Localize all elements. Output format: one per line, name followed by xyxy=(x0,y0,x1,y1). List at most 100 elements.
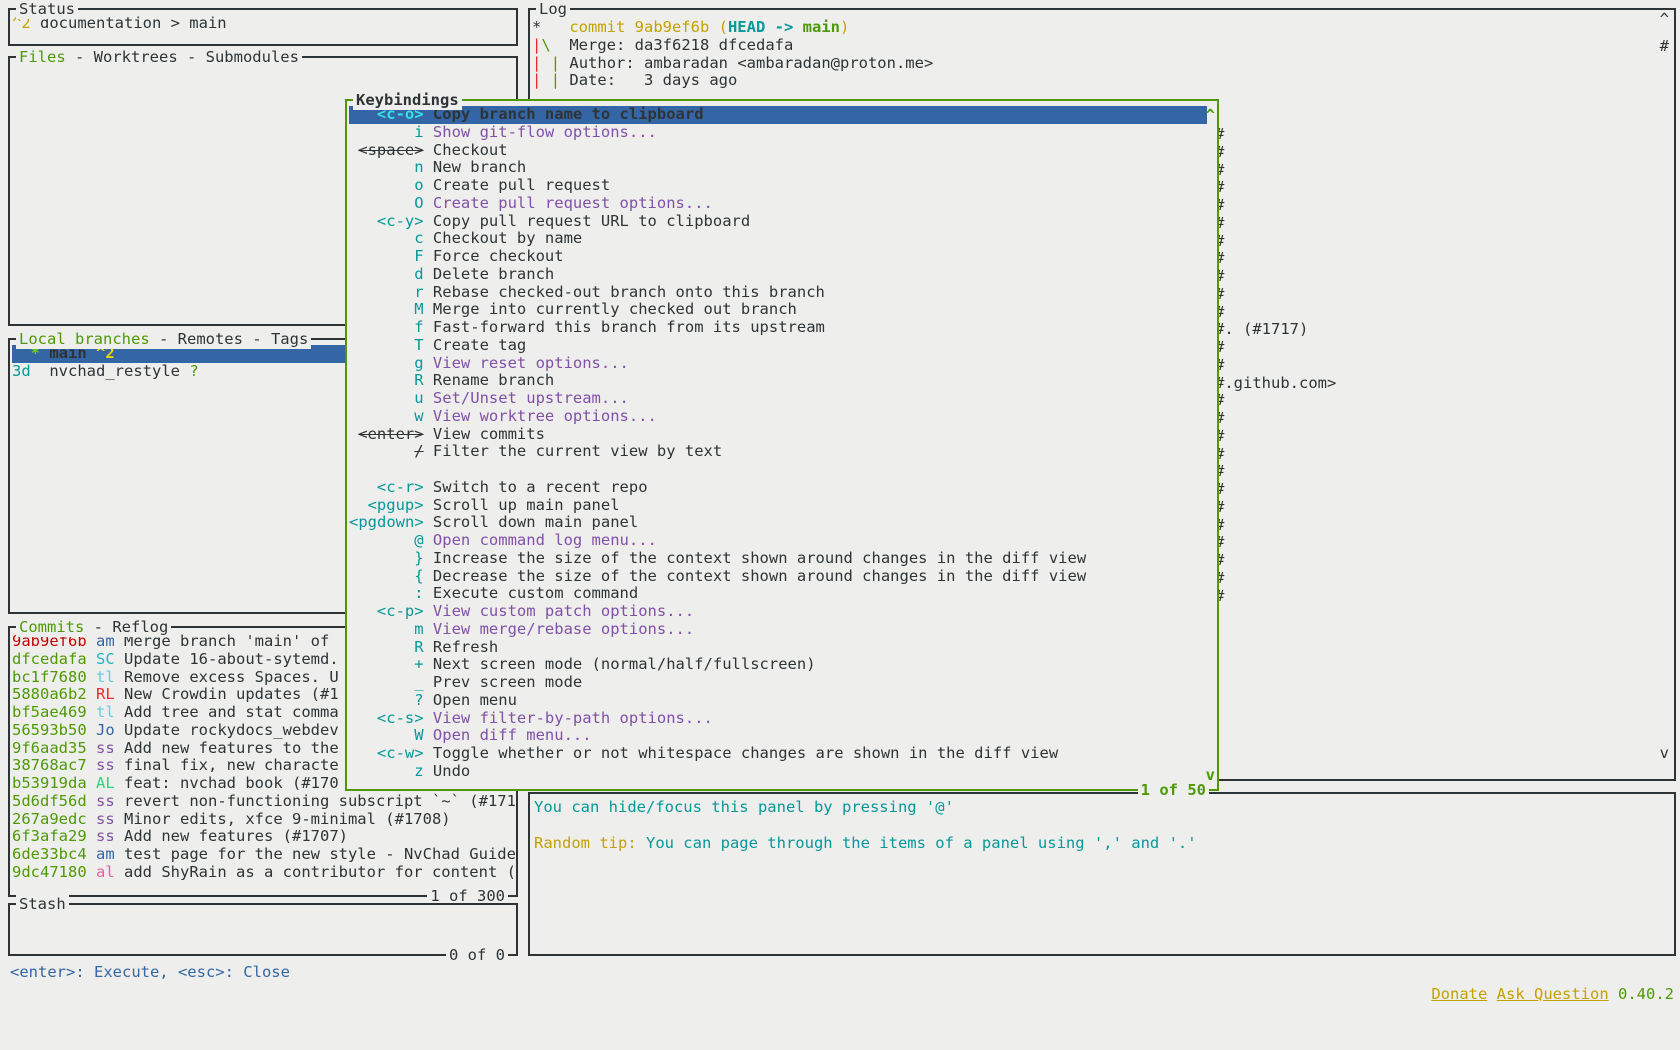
keybinding-row[interactable]: /Filter the current view by text xyxy=(349,443,1207,461)
keybinding-row[interactable]: <pgup>Scroll up main panel xyxy=(349,497,1207,515)
log-overflow-line: #. (#1717) xyxy=(1215,321,1336,339)
info-spacer xyxy=(534,817,1674,835)
keybinding-row[interactable]: cCheckout by name xyxy=(349,230,1207,248)
keybinding-key: <space> xyxy=(349,142,424,160)
commit-hash: 9f6aad35 xyxy=(12,740,87,757)
keybinding-row[interactable]: <c-o>Copy branch name to clipboard xyxy=(349,106,1207,124)
keybinding-key: <c-y> xyxy=(349,213,424,231)
commit-hash: 9dc47180 xyxy=(12,864,87,881)
keybinding-row[interactable]: OCreate pull request options... xyxy=(349,195,1207,213)
keybinding-key: _ xyxy=(349,674,424,692)
keybinding-description: Prev screen mode xyxy=(433,674,582,691)
keybindings-popup-title: Keybindings xyxy=(353,90,462,110)
log-scroll-down-marker: v xyxy=(1660,745,1669,763)
commit-row[interactable]: 6de33bc4 am test page for the new style … xyxy=(12,846,516,864)
files-panel-title: Files - Worktrees - Submodules xyxy=(16,47,302,67)
commit-row[interactable]: 6f3afa29 ss Add new features (#1707) xyxy=(12,828,516,846)
keybinding-row[interactable]: mView merge/rebase options... xyxy=(349,621,1207,639)
commit-author-initials: tl xyxy=(96,669,115,686)
keybinding-row[interactable]: iShow git-flow options... xyxy=(349,124,1207,142)
keybinding-key: ? xyxy=(349,692,424,710)
commit-message: revert non-functioning subscript `~` (#1… xyxy=(124,793,516,810)
keybinding-row[interactable]: MMerge into currently checked out branch xyxy=(349,301,1207,319)
commit-author-initials: ss xyxy=(96,740,115,757)
keybinding-row[interactable]: <pgdown>Scroll down main panel xyxy=(349,514,1207,532)
keybinding-row[interactable]: :Execute custom command xyxy=(349,585,1207,603)
keybinding-row[interactable] xyxy=(349,461,1207,479)
keybinding-row[interactable]: ? Open menu xyxy=(349,692,1207,710)
keybindings-popup[interactable]: Keybindings <c-o>Copy branch name to cli… xyxy=(345,99,1219,791)
keybinding-row[interactable]: dDelete branch xyxy=(349,266,1207,284)
random-tip-text: You can page through the items of a pane… xyxy=(646,835,1197,852)
keybinding-row[interactable]: wView worktree options... xyxy=(349,408,1207,426)
keybinding-row[interactable]: <enter>View commits xyxy=(349,426,1207,444)
keybinding-description: Rebase checked-out branch onto this bran… xyxy=(433,284,825,301)
keybinding-key: r xyxy=(349,284,424,302)
info-panel[interactable]: You can hide/focus this panel by pressin… xyxy=(528,792,1676,956)
keybinding-row[interactable]: uSet/Unset upstream... xyxy=(349,390,1207,408)
keybinding-description: View commits xyxy=(433,426,545,443)
keybindings-position: 1 of 50 xyxy=(1138,780,1209,800)
keybinding-row[interactable]: +Next screen mode (normal/half/fullscree… xyxy=(349,656,1207,674)
log-overflow-line: # xyxy=(1215,233,1336,251)
commit-message: final fix, new characte xyxy=(124,757,339,774)
bottom-links: Donate Ask Question 0.40.2 xyxy=(1394,961,1674,983)
keybinding-row[interactable]: RRename branch xyxy=(349,372,1207,390)
keybinding-key: + xyxy=(349,656,424,674)
keybinding-row[interactable]: TCreate tag xyxy=(349,337,1207,355)
log-line: | | Date: 3 days ago xyxy=(532,72,1674,90)
keybinding-row[interactable]: <c-y>Copy pull request URL to clipboard xyxy=(349,213,1207,231)
ask-question-link[interactable]: Ask Question xyxy=(1497,985,1609,1003)
commit-author-initials: ss xyxy=(96,828,115,845)
stash-panel[interactable]: Stash 0 of 0 xyxy=(8,903,518,956)
commit-hash: bf5ae469 xyxy=(12,704,87,721)
keybinding-key: R xyxy=(349,372,424,390)
log-scroll-up-marker: ^ xyxy=(1660,11,1669,29)
commit-row[interactable]: 9dc47180 al add ShyRain as a contributor… xyxy=(12,864,516,882)
stash-panel-title: Stash xyxy=(16,894,69,914)
keybinding-row[interactable]: gView reset options... xyxy=(349,355,1207,373)
log-line: |\ Merge: da3f6218 dfcedafa xyxy=(532,37,1674,55)
keybinding-row[interactable]: oCreate pull request xyxy=(349,177,1207,195)
keybinding-row[interactable]: fFast-forward this branch from its upstr… xyxy=(349,319,1207,337)
keybinding-key: n xyxy=(349,159,424,177)
keybinding-description: View custom patch options... xyxy=(433,603,694,620)
keybinding-key: <c-p> xyxy=(349,603,424,621)
branch-name: nvchad_restyle xyxy=(31,363,180,380)
commit-message: add ShyRain as a contributor for content… xyxy=(124,864,516,881)
log-overflow-line: # xyxy=(1215,268,1336,286)
branches-panel-title: Local branches - Remotes - Tags xyxy=(16,329,311,349)
log-overflow-line: # xyxy=(1215,463,1336,481)
keybinding-row[interactable]: _ Prev screen mode xyxy=(349,674,1207,692)
keybinding-row[interactable]: }Increase the size of the context shown … xyxy=(349,550,1207,568)
commit-author-initials: ss xyxy=(96,757,115,774)
commit-row[interactable]: 267a9edc ss Minor edits, xfce 9-minimal … xyxy=(12,811,516,829)
keybinding-description: Filter the current view by text xyxy=(433,443,722,460)
keybinding-row[interactable]: {Decrease the size of the context shown … xyxy=(349,568,1207,586)
log-overflow-line: # xyxy=(1215,339,1336,357)
keybinding-key: : xyxy=(349,585,424,603)
keybinding-row[interactable]: <c-p> View custom patch options... xyxy=(349,603,1207,621)
commit-message: Update rockydocs_webdev xyxy=(124,722,339,739)
log-overflow-line: # xyxy=(1215,162,1336,180)
status-panel-title: Status xyxy=(16,0,78,19)
keybinding-row[interactable]: <c-s>View filter-by-path options... xyxy=(349,710,1207,728)
keybinding-row[interactable]: FForce checkout xyxy=(349,248,1207,266)
keybinding-row[interactable]: <c-w>Toggle whether or not whitespace ch… xyxy=(349,745,1207,763)
keybinding-description: Open menu xyxy=(433,692,517,709)
keybinding-row[interactable]: @Open command log menu... xyxy=(349,532,1207,550)
commit-row[interactable]: 5d6df56d ss revert non-functioning subsc… xyxy=(12,793,516,811)
keybinding-row[interactable]: WOpen diff menu... xyxy=(349,727,1207,745)
keybinding-row[interactable]: RRefresh xyxy=(349,639,1207,657)
commit-message: Update 16-about-sytemd. xyxy=(124,651,339,668)
status-panel[interactable]: Status ^2 documentation > main xyxy=(8,8,518,46)
keybinding-row[interactable]: r Rebase checked-out branch onto this bra… xyxy=(349,284,1207,302)
log-overflow-line: # xyxy=(1215,534,1336,552)
keybinding-key: d xyxy=(349,266,424,284)
keybinding-row[interactable]: <space>Checkout xyxy=(349,142,1207,160)
commit-hash: dfcedafa xyxy=(12,651,87,668)
keybinding-row[interactable]: zUndo xyxy=(349,763,1207,781)
donate-link[interactable]: Donate xyxy=(1431,985,1487,1003)
keybinding-row[interactable]: nNew branch xyxy=(349,159,1207,177)
keybinding-row[interactable]: <c-r>Switch to a recent repo xyxy=(349,479,1207,497)
